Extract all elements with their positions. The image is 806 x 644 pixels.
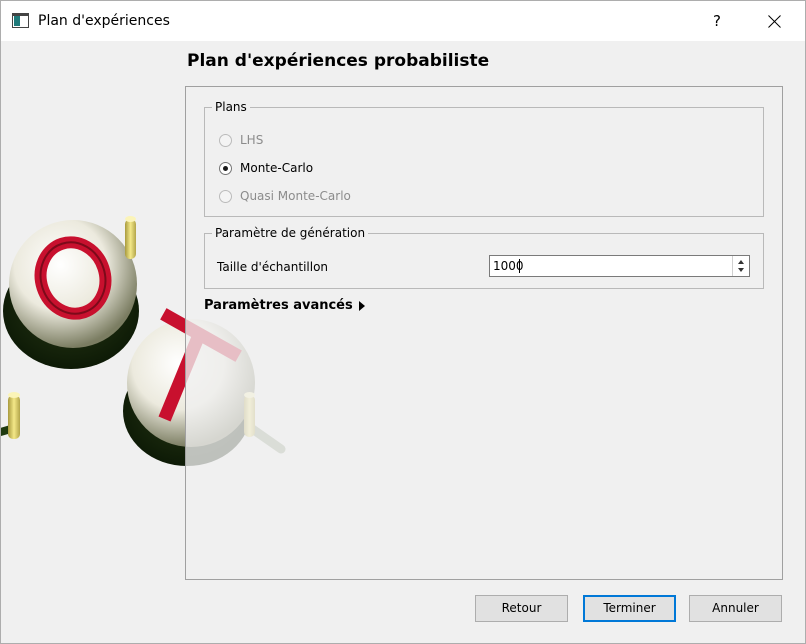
back-button[interactable]: Retour <box>475 595 568 622</box>
window-title: Plan d'expériences <box>38 13 170 29</box>
spin-buttons[interactable] <box>732 256 749 276</box>
plans-group-title: Plans <box>212 100 250 115</box>
advanced-parameters-label: Paramètres avancés <box>204 298 353 313</box>
radio-button-quasi-monte-carlo[interactable] <box>219 189 232 203</box>
cancel-button[interactable]: Annuler <box>689 595 782 622</box>
spin-down-icon[interactable] <box>738 268 744 272</box>
sample-size-spinbox[interactable]: 1000 <box>489 255 750 277</box>
finish-button[interactable]: Terminer <box>583 595 676 622</box>
advanced-parameters-toggle[interactable]: Paramètres avancés <box>204 298 365 313</box>
text-cursor <box>519 259 520 273</box>
plan-option-lhs[interactable]: LHS <box>219 132 263 148</box>
generation-group: Paramètre de génération Taille d'échanti… <box>204 226 764 289</box>
plan-option-label: Monte-Carlo <box>240 161 314 175</box>
radio-button-lhs[interactable] <box>219 133 232 147</box>
page-title: Plan d'expériences probabiliste <box>187 51 490 71</box>
content-panel: Plans LHS Monte-Carlo Quasi Monte-Carlo … <box>185 86 783 580</box>
plan-option-quasi-monte-carlo[interactable]: Quasi Monte-Carlo <box>219 188 351 204</box>
radio-button-monte-carlo[interactable] <box>219 161 232 175</box>
app-window-icon <box>12 13 29 28</box>
title-bar[interactable]: Plan d'expériences ? <box>1 1 805 41</box>
expand-arrow-icon[interactable] <box>358 300 365 311</box>
spin-up-icon[interactable] <box>738 260 744 264</box>
plans-group: Plans LHS Monte-Carlo Quasi Monte-Carlo <box>204 100 764 217</box>
close-icon[interactable] <box>747 1 803 41</box>
help-button[interactable]: ? <box>689 1 745 41</box>
plan-option-label: Quasi Monte-Carlo <box>240 189 351 203</box>
sample-size-label: Taille d'échantillon <box>217 260 329 274</box>
dialog-window: Plan d'expériences ? Plan d'expériences … <box>0 0 806 644</box>
generation-group-title: Paramètre de génération <box>212 226 369 241</box>
plan-option-monte-carlo[interactable]: Monte-Carlo <box>219 160 313 176</box>
plan-option-label: LHS <box>240 133 264 147</box>
